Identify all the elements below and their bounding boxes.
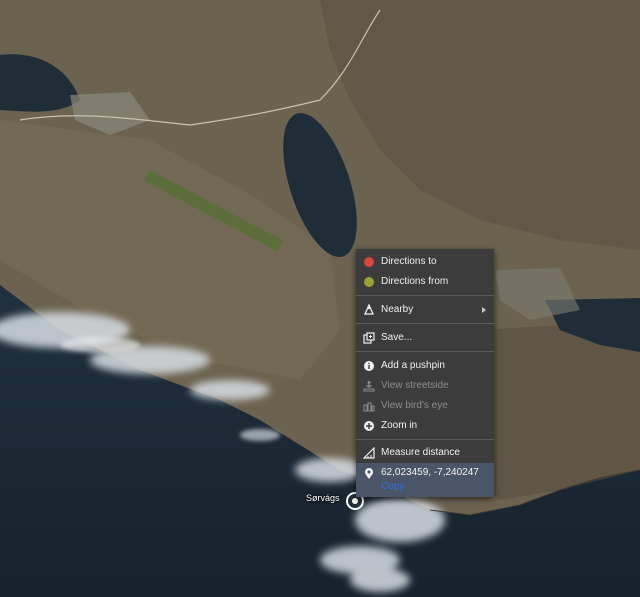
nearby-icon [363,304,375,315]
red-dot-icon [364,257,374,267]
menu-item-label: Measure distance [381,447,460,458]
menu-divider [356,295,494,296]
menu-item-label: View bird's eye [381,400,448,411]
menu-item-label: Directions to [381,256,437,267]
menu-item-save[interactable]: Save... [356,328,494,348]
menu-item-view-streetside: View streetside [356,376,494,396]
menu-divider [356,323,494,324]
menu-item-nearby[interactable]: Nearby [356,300,494,320]
context-menu: Directions to Directions from Nearby Sav… [356,249,494,497]
info-icon [364,361,374,371]
menu-item-measure-distance[interactable]: Measure distance [356,443,494,463]
submenu-arrow-icon [482,307,486,313]
menu-item-label: Save... [381,332,413,343]
zoom-in-icon [364,421,374,431]
place-label-sorvags: Sørvágs [306,493,340,503]
menu-item-directions-to[interactable]: Directions to [356,252,494,272]
menu-item-view-birds-eye: View bird's eye [356,396,494,416]
save-icon [363,332,375,344]
menu-item-label: Add a pushpin [381,360,445,371]
menu-item-label: Nearby [381,304,414,315]
menu-item-label: Zoom in [381,420,418,431]
menu-item-directions-from[interactable]: Directions from [356,272,494,292]
green-dot-icon [364,277,374,287]
ruler-icon [363,447,375,459]
location-pin-icon [365,468,373,479]
menu-divider [356,351,494,352]
satellite-map[interactable] [0,0,640,597]
copy-link[interactable]: Copy [381,481,404,492]
menu-item-coordinates[interactable]: 62,023459, -7,240247 Copy [356,463,494,497]
menu-item-label: View streetside [381,380,449,391]
birds-eye-icon [363,402,375,412]
menu-item-add-pushpin[interactable]: Add a pushpin [356,356,494,376]
menu-item-zoom-in[interactable]: Zoom in [356,416,494,436]
menu-item-label: Directions from [381,276,449,287]
streetside-icon [363,381,375,392]
menu-divider [356,439,494,440]
coordinates-text: 62,023459, -7,240247 [381,467,479,478]
pin-dot [352,498,358,504]
